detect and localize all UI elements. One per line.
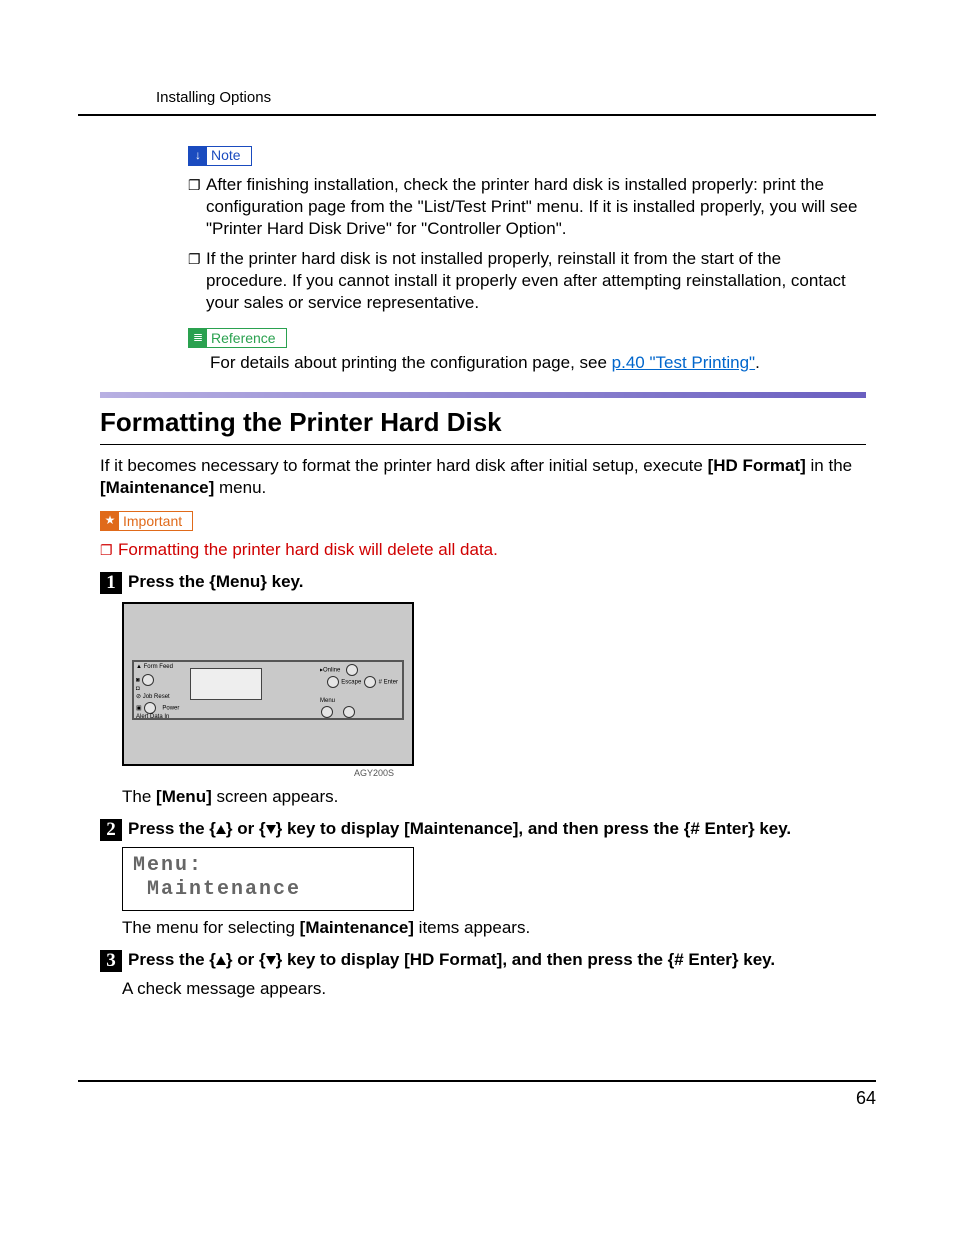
test-printing-link[interactable]: p.40 "Test Printing"	[612, 353, 755, 372]
bullet-icon: ❐	[100, 539, 118, 561]
bullet-icon: ❐	[188, 248, 206, 314]
header-rule	[78, 114, 876, 116]
down-arrow-icon	[266, 825, 276, 834]
up-arrow-icon	[216, 825, 226, 834]
down-arrow-icon: ↓	[189, 147, 207, 165]
section-gradient-rule	[100, 392, 866, 398]
reference-text: For details about printing the configura…	[210, 353, 612, 372]
step-3-body: A check message appears.	[122, 978, 866, 1000]
printer-control-panel-figure: ▲ Form Feed ◙ ◘ ⊘ Job Reset ▣ Power Aler…	[122, 602, 414, 766]
step-2-text: Press the {} or {} key to display [Maint…	[128, 818, 866, 840]
figure-id: AGY200S	[122, 768, 394, 780]
thin-rule	[100, 444, 866, 445]
star-icon: ★	[101, 512, 119, 530]
footer-rule	[78, 1080, 876, 1082]
step-1-text: Press the {Menu} key.	[128, 571, 866, 593]
step-number-2: 2	[100, 819, 122, 841]
note-item: If the printer hard disk is not installe…	[206, 248, 866, 314]
important-tag: ★Important	[100, 511, 193, 531]
up-arrow-icon	[216, 956, 226, 965]
step-number-3: 3	[100, 950, 122, 972]
lcd-display: Menu: Maintenance	[122, 847, 414, 911]
step-number-1: 1	[100, 572, 122, 594]
section-heading: Formatting the Printer Hard Disk	[100, 406, 866, 440]
note-tag: ↓Note	[188, 146, 252, 166]
bullet-icon: ❐	[188, 174, 206, 240]
important-item: Formatting the printer hard disk will de…	[118, 539, 498, 561]
note-item: After finishing installation, check the …	[206, 174, 866, 240]
running-header: Installing Options	[156, 88, 876, 108]
down-arrow-icon	[266, 956, 276, 965]
page-number: 64	[856, 1087, 876, 1110]
step-3-text: Press the {} or {} key to display [HD Fo…	[128, 949, 866, 971]
page-icon: ≣	[189, 329, 207, 347]
reference-tag: ≣Reference	[188, 328, 287, 348]
